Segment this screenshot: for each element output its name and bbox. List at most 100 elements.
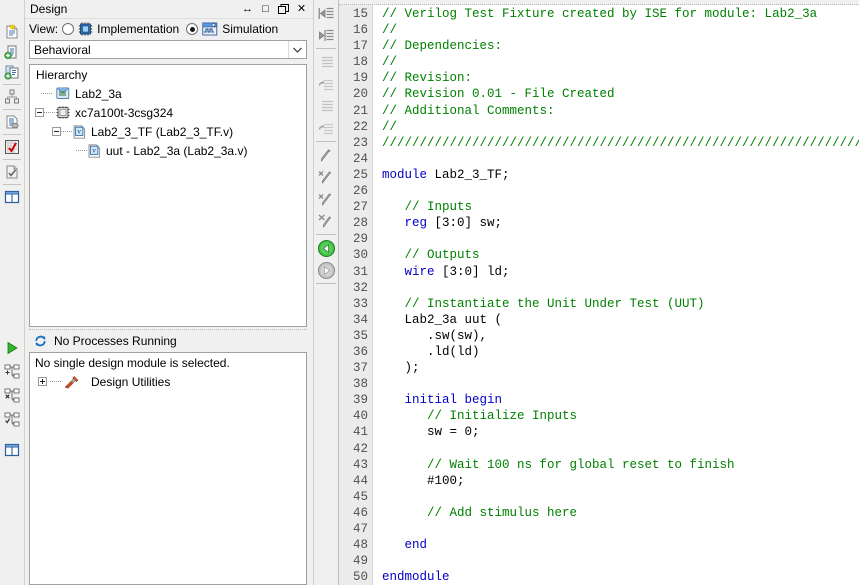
left-icon-dock [0,0,25,585]
tree-expander-minus[interactable] [35,108,44,117]
editor-body[interactable]: 15 16 17 18 19 20 21 22 23 24 25 26 27 28 29 30 31 32 33 34… [339,5,859,585]
tree-expander-plus[interactable] [38,377,47,386]
code-line[interactable]: // Initialize Inputs [382,408,859,424]
uncomment-selection-icon[interactable] [315,188,337,210]
hierarchy-tree[interactable]: Hierarchy Lab2_3a xc7a100t-3csg324 v Lab… [29,64,307,327]
radio-simulation[interactable] [186,23,199,35]
code-line[interactable] [382,521,859,537]
code-line[interactable]: // Add stimulus here [382,505,859,521]
chevron-down-icon[interactable] [288,41,306,58]
float-button[interactable]: ↔ [241,3,254,16]
line-number: 18 [352,55,368,70]
check-design-icon[interactable] [1,162,23,182]
code-line[interactable]: wire [3:0] ld; [382,264,859,280]
processes-layout-icon[interactable] [1,440,23,460]
refresh-icon [33,334,48,348]
line-number: 24 [352,151,368,166]
code-line[interactable]: #100; [382,473,859,489]
line-number: 30 [352,248,368,263]
tree-node-uut[interactable]: v uut - Lab2_3a (Lab2_3a.v) [30,141,306,160]
code-token: // Revision: [382,71,473,86]
processes-header: No Processes Running [29,329,307,352]
redo-outdent-icon[interactable] [315,117,337,139]
code-line[interactable]: sw = 0; [382,424,859,440]
close-button[interactable]: ✕ [295,3,308,16]
code-line[interactable]: module Lab2_3_TF; [382,167,859,183]
indent-icon[interactable] [315,51,337,73]
radio-implementation[interactable] [62,23,75,35]
code-token: wire [404,264,435,279]
maximize-button[interactable]: □ [259,3,272,16]
code-line[interactable]: endmodule [382,569,859,585]
undo-indent-icon[interactable] [315,73,337,95]
code-line[interactable]: // Outputs [382,247,859,263]
code-content[interactable]: // Verilog Test Fixture created by ISE f… [373,5,859,585]
add-copy-of-source-icon[interactable] [1,62,23,82]
code-line[interactable]: // Revision: [382,70,859,86]
verilog-code-editor[interactable]: 15 16 17 18 19 20 21 22 23 24 25 26 27 28 29 30 31 32 33 34… [339,0,859,585]
next-marker-icon[interactable] [315,259,337,281]
line-number: 50 [352,570,368,585]
processes-list[interactable]: No single design module is selected. Des… [29,352,307,585]
code-line[interactable]: // Verilog Test Fixture created by ISE f… [382,6,859,22]
code-line[interactable]: ); [382,360,859,376]
toggle-comment-icon[interactable] [315,144,337,166]
code-line[interactable]: // Wait 100 ns for global reset to finis… [382,457,859,473]
restore-button[interactable] [277,3,290,16]
collapse-all-icon[interactable] [315,2,337,24]
code-line[interactable] [382,376,859,392]
view-option-implementation-label[interactable]: Implementation [97,22,179,36]
code-line[interactable] [382,183,859,199]
code-line[interactable]: ////////////////////////////////////////… [382,135,859,151]
line-number: 39 [352,393,368,408]
code-token: // [382,23,398,38]
add-source-icon[interactable] [1,42,23,62]
previous-marker-icon[interactable] [315,237,337,259]
design-properties-icon[interactable] [1,112,23,132]
code-line[interactable] [382,553,859,569]
code-line[interactable]: // Instantiate the Unit Under Test (UUT) [382,296,859,312]
code-line[interactable] [382,231,859,247]
view-label: View: [29,22,59,36]
code-line[interactable]: reg [3:0] sw; [382,215,859,231]
tree-node-testbench[interactable]: v Lab2_3_TF (Lab2_3_TF.v) [30,122,306,141]
code-line[interactable] [382,151,859,167]
sim-behavior-combo[interactable]: Behavioral [29,40,307,59]
design-summary-icon[interactable] [1,87,23,107]
code-line[interactable]: initial begin [382,392,859,408]
tree-node-device[interactable]: xc7a100t-3csg324 [30,103,306,122]
code-line[interactable] [382,441,859,457]
comment-selection-icon[interactable] [315,166,337,188]
process-item-design-utilities[interactable]: Design Utilities [30,372,306,391]
tree-expander-minus[interactable] [52,127,61,136]
run-process-icon[interactable] [1,338,23,358]
code-line[interactable]: .sw(sw), [382,328,859,344]
code-line[interactable]: // Revision 0.01 - File Created [382,86,859,102]
design-goals-icon[interactable] [1,137,23,157]
code-token: sw = 0; [382,425,480,440]
code-line[interactable]: end [382,537,859,553]
panel-layout-icon[interactable] [1,187,23,207]
code-line[interactable] [382,489,859,505]
view-option-simulation-label[interactable]: Simulation [222,22,278,36]
code-line[interactable]: // [382,54,859,70]
code-token: // Wait 100 ns for global reset to finis… [382,457,735,472]
code-line[interactable]: // Inputs [382,199,859,215]
code-line[interactable]: Lab2_3a uut ( [382,312,859,328]
outdent-icon[interactable] [315,95,337,117]
code-line[interactable]: // Additional Comments: [382,103,859,119]
code-line[interactable]: // Dependencies: [382,38,859,54]
code-line[interactable]: // [382,22,859,38]
code-line[interactable] [382,280,859,296]
tree-node-lab2-3a[interactable]: Lab2_3a [30,84,306,103]
process-properties-icon[interactable] [1,362,23,382]
code-line[interactable]: .ld(ld) [382,344,859,360]
rerun-all-icon[interactable] [1,386,23,406]
implement-top-module-icon[interactable] [1,410,23,430]
clear-comment-icon[interactable] [315,210,337,232]
code-line[interactable]: // [382,119,859,135]
new-source-icon[interactable] [1,22,23,42]
implementation-chip-icon [78,22,93,36]
expand-all-icon[interactable] [315,24,337,46]
